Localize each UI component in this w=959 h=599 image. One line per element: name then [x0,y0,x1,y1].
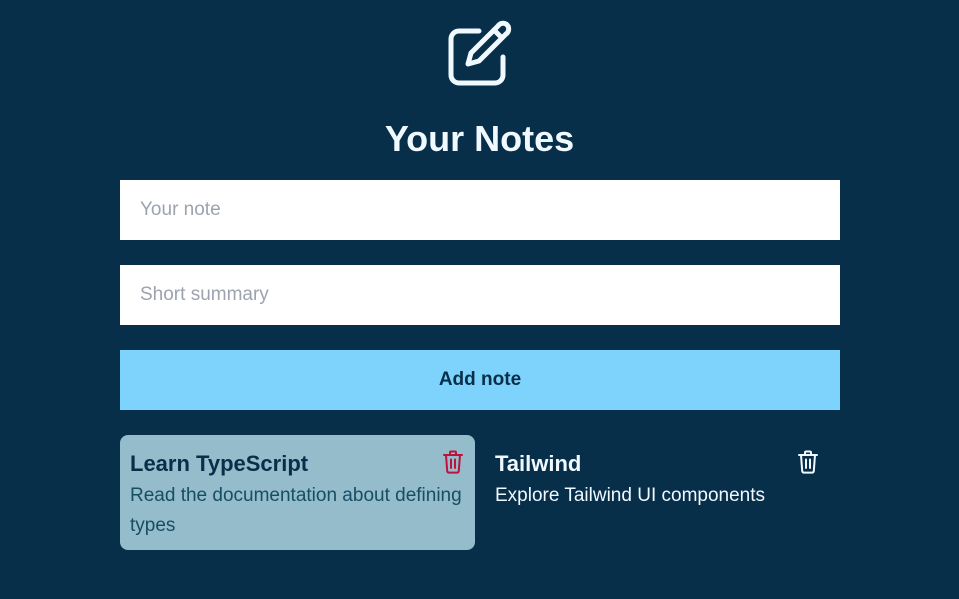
add-note-button[interactable]: Add note [120,350,840,410]
note-summary: Read the documentation about defining ty… [130,485,462,536]
note-input[interactable] [120,180,840,240]
delete-note-button[interactable] [440,450,466,479]
trash-icon [442,450,464,479]
note-card-selected[interactable]: Learn TypeScript Read the documentation … [120,435,475,550]
summary-input[interactable] [120,265,840,325]
trash-icon [797,450,819,479]
note-title: Tailwind [495,451,582,476]
notes-list: Learn TypeScript Read the documentation … [120,435,840,551]
delete-note-button[interactable] [795,450,821,479]
note-card[interactable]: Tailwind Explore Tailwind UI components [485,435,840,550]
note-summary: Explore Tailwind UI components [495,485,766,506]
pencil-square-icon [446,18,516,88]
note-title: Learn TypeScript [130,451,309,476]
page-title: Your Notes [384,118,575,159]
